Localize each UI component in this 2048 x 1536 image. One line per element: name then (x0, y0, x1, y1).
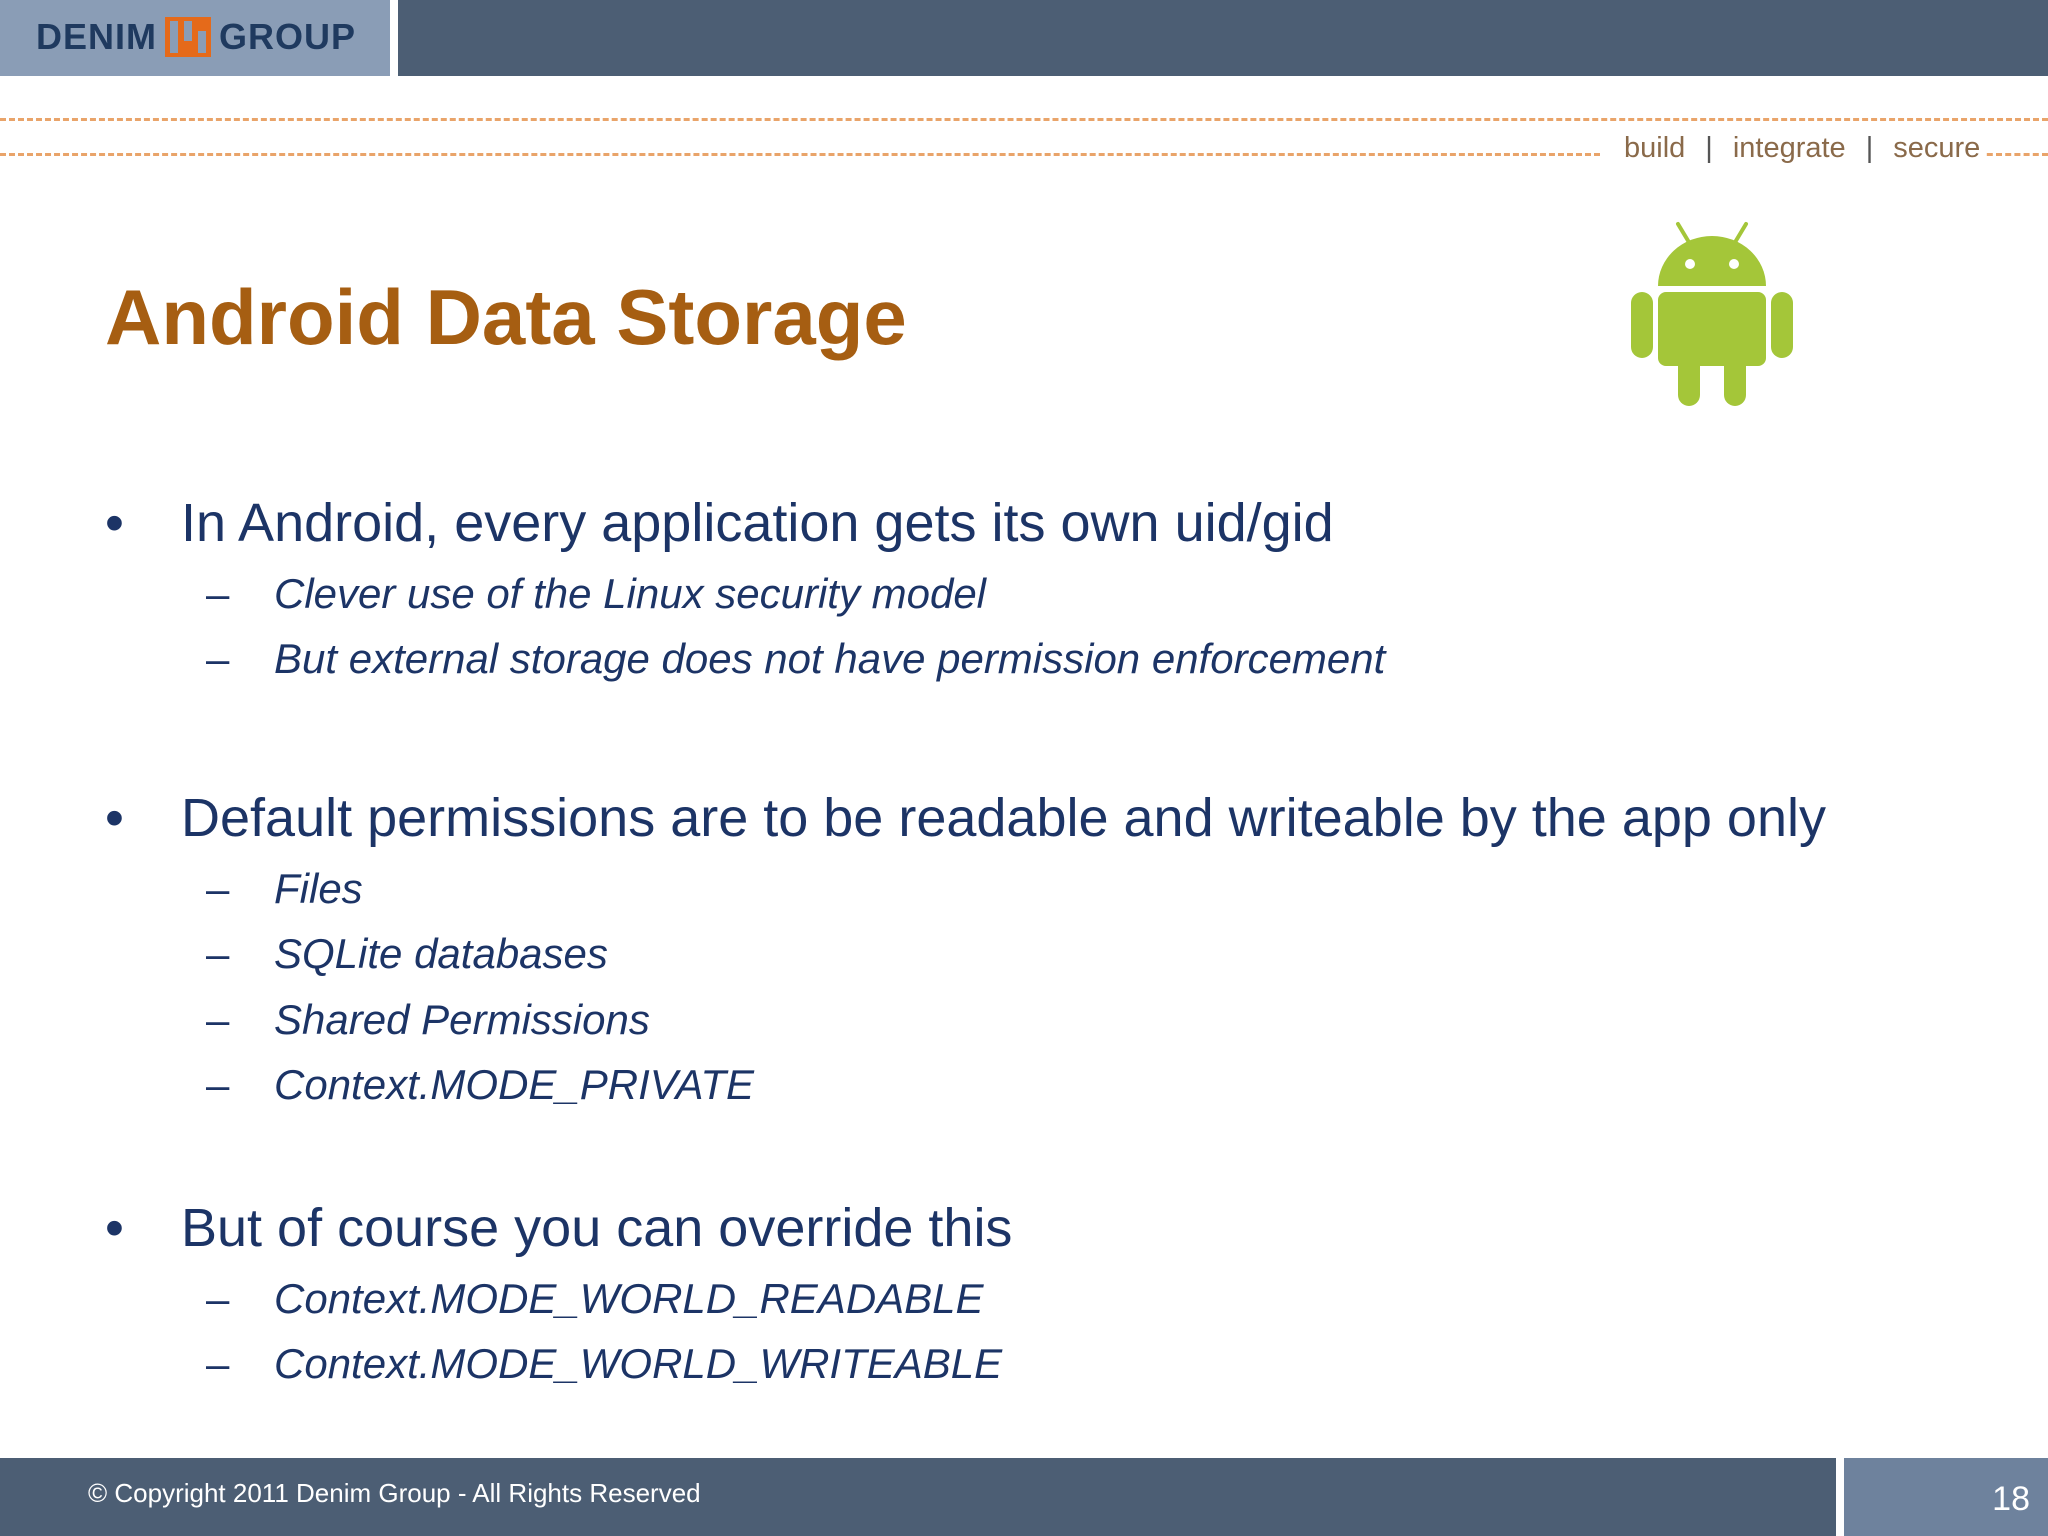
slide-title: Android Data Storage (105, 273, 907, 361)
copyright-text: © Copyright 2011 Denim Group - All Right… (88, 1478, 701, 1508)
header-divider (390, 0, 398, 76)
bullet-dot: • (105, 493, 124, 553)
sub-bullet-text: Clever use of the Linux security model (274, 570, 987, 617)
sub-bullet-dash: – (206, 996, 230, 1043)
sub-bullet-dash: – (206, 635, 230, 682)
sub-bullet-dash: – (206, 1061, 230, 1108)
bullet-text: But of course you can override this (181, 1198, 1013, 1258)
sub-bullet-text: Files (274, 865, 363, 912)
tagline-integrate: integrate (1732, 132, 1846, 164)
logo-text-left: DENIM (36, 16, 157, 57)
tagline-separator: | (1705, 132, 1713, 164)
sub-bullet-dash: – (206, 930, 230, 977)
sub-bullet-text: Shared Permissions (274, 996, 650, 1043)
sub-bullet-dash: – (206, 1340, 230, 1387)
bullet-text: Default permissions are to be readable a… (181, 788, 1826, 848)
sub-bullet-dash: – (206, 865, 230, 912)
tagline: build | integrate | secure (1618, 132, 1987, 165)
sub-bullet-text: Context.MODE_PRIVATE (274, 1061, 755, 1108)
dashed-rule-bottom (0, 153, 1600, 156)
bullet-text: In Android, every application gets its o… (181, 493, 1334, 553)
page-number: 18 (1992, 1480, 2030, 1518)
bullet-dot: • (105, 788, 124, 848)
sub-bullet-text: SQLite databases (274, 930, 608, 977)
tagline-build: build (1624, 132, 1686, 164)
tagline-separator: | (1865, 132, 1874, 164)
dashed-rule-top (0, 118, 2048, 121)
logo-mark-icon (165, 17, 211, 57)
bullet-dot: • (105, 1198, 124, 1258)
sub-bullet-text: But external storage does not have permi… (274, 635, 1386, 682)
logo-panel: DENIM GROUP (0, 0, 390, 76)
android-robot-icon (1631, 222, 1793, 406)
sub-bullet-text: Context.MODE_WORLD_WRITEABLE (274, 1340, 1003, 1387)
sub-bullet-dash: – (206, 570, 230, 617)
logo-text-right: GROUP (219, 16, 357, 57)
tagline-secure: secure (1893, 132, 1981, 164)
sub-bullet-dash: – (206, 1275, 230, 1322)
footer-divider (1836, 1458, 1844, 1536)
denim-group-logo: DENIM GROUP (36, 14, 356, 60)
sub-bullet-text: Context.MODE_WORLD_READABLE (274, 1275, 984, 1322)
